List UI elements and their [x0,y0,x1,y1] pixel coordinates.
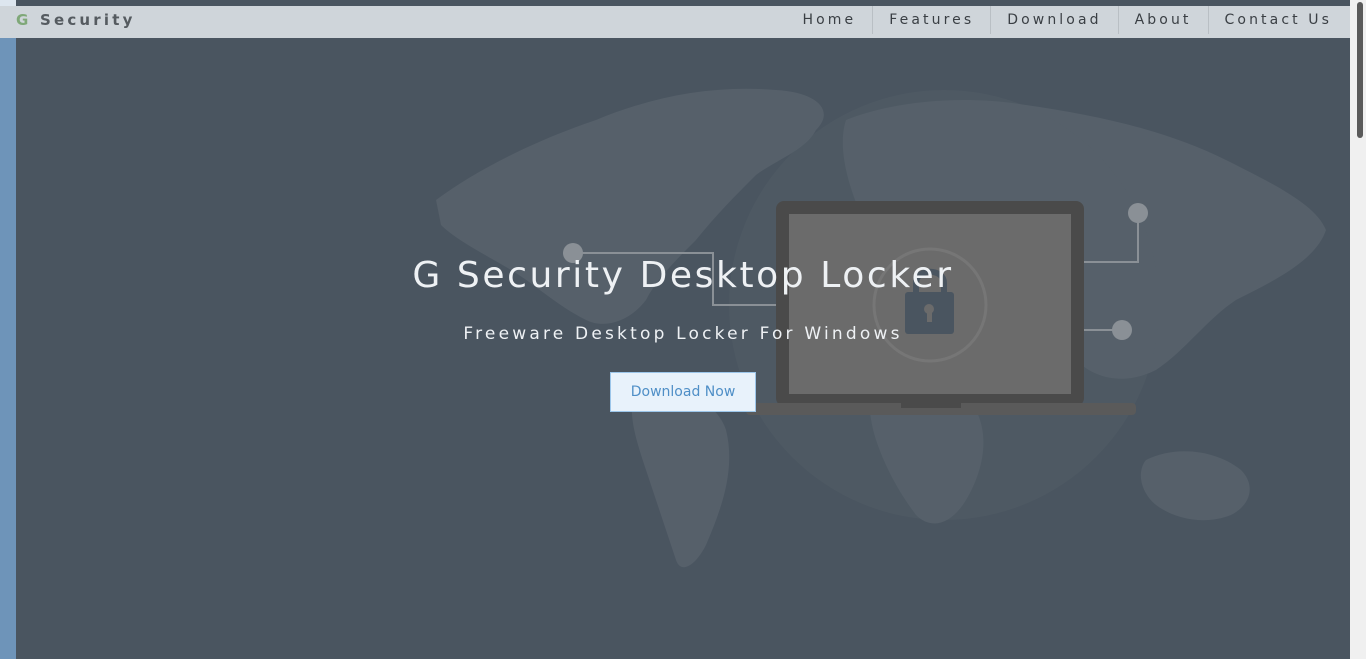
vertical-scrollbar[interactable] [1350,0,1366,659]
hero-title: G Security Desktop Locker [412,255,954,296]
nav-item-about[interactable]: About [1117,6,1208,34]
scrollbar-thumb[interactable] [1357,2,1363,138]
brand-name: Security [39,11,136,29]
nav-item-download[interactable]: Download [990,6,1117,34]
nav-item-contact-us[interactable]: Contact Us [1207,6,1348,34]
brand-initial: G [16,11,32,29]
download-now-button[interactable]: Download Now [610,372,756,412]
brand-logo[interactable]: G Security [16,6,136,38]
nav-item-home[interactable]: Home [786,6,872,34]
nav-menu: Home Features Download About Contact Us [786,6,1348,38]
connector-node [1128,203,1148,223]
nav-item-features[interactable]: Features [872,6,990,34]
hero-subtitle: Freeware Desktop Locker For Windows [463,324,903,344]
top-navbar: G Security Home Features Download About … [0,6,1350,38]
